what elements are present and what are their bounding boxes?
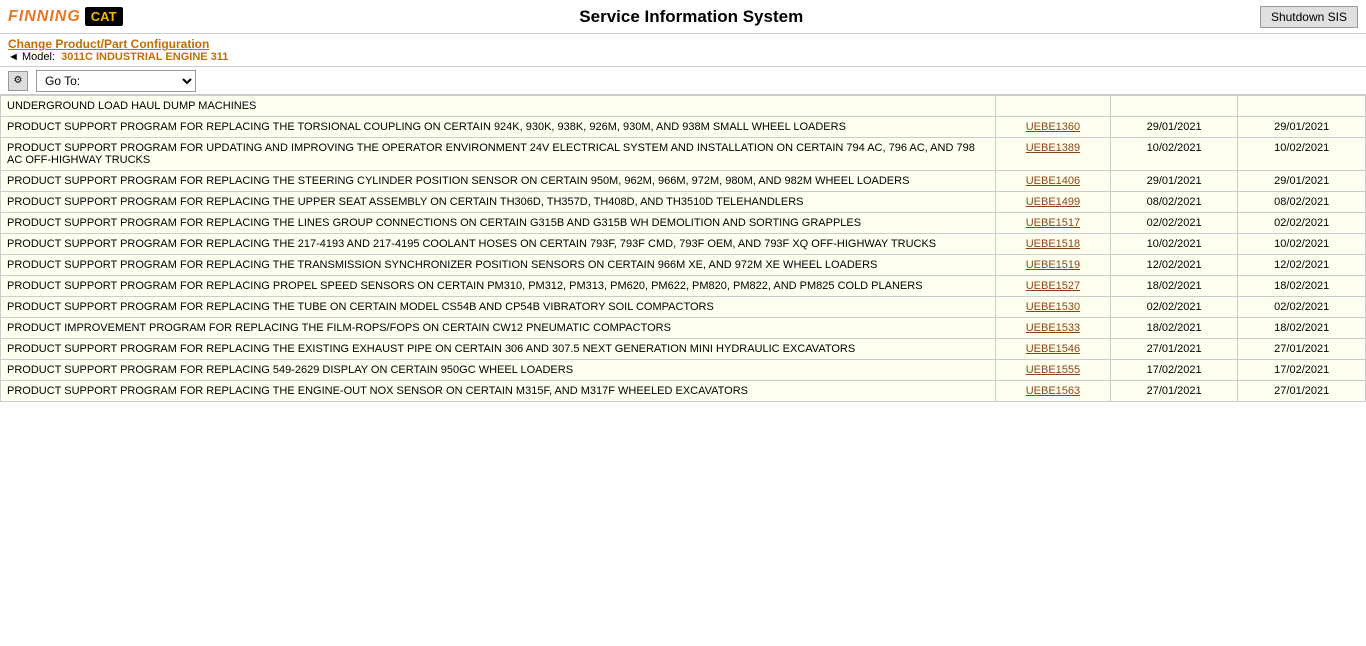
table-row: PRODUCT SUPPORT PROGRAM FOR REPLACING PR…	[1, 276, 1366, 297]
issue-date-cell: 18/02/2021	[1110, 276, 1238, 297]
description-cell: PRODUCT SUPPORT PROGRAM FOR UPDATING AND…	[1, 138, 996, 171]
logo-area: FINNING CAT	[8, 7, 123, 26]
document-link[interactable]: UEBE1563	[1026, 385, 1080, 397]
document-cell[interactable]: UEBE1555	[996, 360, 1111, 381]
document-cell[interactable]: UEBE1499	[996, 192, 1111, 213]
revision-date-cell: 12/02/2021	[1238, 255, 1366, 276]
header: FINNING CAT Service Information System S…	[0, 0, 1366, 34]
issue-date-cell: 02/02/2021	[1110, 297, 1238, 318]
issue-date-cell: 27/01/2021	[1110, 339, 1238, 360]
results-table: UNDERGROUND LOAD HAUL DUMP MACHINESPRODU…	[0, 95, 1366, 402]
change-product-link[interactable]: Change Product/Part Configuration	[8, 37, 209, 51]
document-link[interactable]: UEBE1555	[1026, 364, 1080, 376]
revision-date-cell	[1238, 96, 1366, 117]
revision-date-cell: 29/01/2021	[1238, 171, 1366, 192]
document-cell[interactable]: UEBE1527	[996, 276, 1111, 297]
subheader: Change Product/Part Configuration ◄ Mode…	[0, 34, 1366, 67]
cat-logo: CAT	[85, 7, 123, 26]
description-cell: PRODUCT SUPPORT PROGRAM FOR REPLACING PR…	[1, 276, 996, 297]
table-row: UNDERGROUND LOAD HAUL DUMP MACHINES	[1, 96, 1366, 117]
finning-logo: FINNING	[8, 8, 81, 26]
table-row: PRODUCT SUPPORT PROGRAM FOR UPDATING AND…	[1, 138, 1366, 171]
document-cell[interactable]: UEBE1563	[996, 381, 1111, 402]
table-row: PRODUCT SUPPORT PROGRAM FOR REPLACING TH…	[1, 213, 1366, 234]
description-cell: PRODUCT SUPPORT PROGRAM FOR REPLACING 54…	[1, 360, 996, 381]
document-link[interactable]: UEBE1518	[1026, 238, 1080, 250]
document-cell[interactable]: UEBE1517	[996, 213, 1111, 234]
document-link[interactable]: UEBE1499	[1026, 196, 1080, 208]
revision-date-cell: 27/01/2021	[1238, 381, 1366, 402]
description-cell: PRODUCT SUPPORT PROGRAM FOR REPLACING TH…	[1, 297, 996, 318]
table-row: PRODUCT IMPROVEMENT PROGRAM FOR REPLACIN…	[1, 318, 1366, 339]
revision-date-cell: 18/02/2021	[1238, 276, 1366, 297]
document-cell[interactable]: UEBE1360	[996, 117, 1111, 138]
navbar: ⚙ Go To: Select Section	[0, 67, 1366, 95]
description-cell: PRODUCT SUPPORT PROGRAM FOR REPLACING TH…	[1, 381, 996, 402]
revision-date-cell: 29/01/2021	[1238, 117, 1366, 138]
document-cell[interactable]: UEBE1389	[996, 138, 1111, 171]
issue-date-cell: 10/02/2021	[1110, 234, 1238, 255]
document-link[interactable]: UEBE1389	[1026, 142, 1080, 154]
document-link[interactable]: UEBE1517	[1026, 217, 1080, 229]
description-cell: UNDERGROUND LOAD HAUL DUMP MACHINES	[1, 96, 996, 117]
navigation-icon[interactable]: ⚙	[8, 71, 28, 91]
revision-date-cell: 18/02/2021	[1238, 318, 1366, 339]
document-cell[interactable]: UEBE1530	[996, 297, 1111, 318]
document-cell	[996, 96, 1111, 117]
table-row: PRODUCT SUPPORT PROGRAM FOR REPLACING TH…	[1, 192, 1366, 213]
table-row: PRODUCT SUPPORT PROGRAM FOR REPLACING TH…	[1, 255, 1366, 276]
issue-date-cell: 29/01/2021	[1110, 117, 1238, 138]
issue-date-cell	[1110, 96, 1238, 117]
issue-date-cell: 18/02/2021	[1110, 318, 1238, 339]
document-cell[interactable]: UEBE1546	[996, 339, 1111, 360]
revision-date-cell: 10/02/2021	[1238, 234, 1366, 255]
model-line: ◄ Model: 3011C INDUSTRIAL ENGINE 311	[8, 51, 1358, 63]
table-row: PRODUCT SUPPORT PROGRAM FOR REPLACING 54…	[1, 360, 1366, 381]
issue-date-cell: 27/01/2021	[1110, 381, 1238, 402]
document-cell[interactable]: UEBE1406	[996, 171, 1111, 192]
table-row: PRODUCT SUPPORT PROGRAM FOR REPLACING TH…	[1, 297, 1366, 318]
issue-date-cell: 17/02/2021	[1110, 360, 1238, 381]
issue-date-cell: 08/02/2021	[1110, 192, 1238, 213]
document-link[interactable]: UEBE1533	[1026, 322, 1080, 334]
document-link[interactable]: UEBE1527	[1026, 280, 1080, 292]
document-link[interactable]: UEBE1546	[1026, 343, 1080, 355]
table-row: PRODUCT SUPPORT PROGRAM FOR REPLACING TH…	[1, 171, 1366, 192]
document-link[interactable]: UEBE1519	[1026, 259, 1080, 271]
document-cell[interactable]: UEBE1533	[996, 318, 1111, 339]
revision-date-cell: 27/01/2021	[1238, 339, 1366, 360]
table-row: PRODUCT SUPPORT PROGRAM FOR REPLACING TH…	[1, 381, 1366, 402]
issue-date-cell: 29/01/2021	[1110, 171, 1238, 192]
revision-date-cell: 02/02/2021	[1238, 297, 1366, 318]
main-content[interactable]: UNDERGROUND LOAD HAUL DUMP MACHINESPRODU…	[0, 95, 1366, 641]
revision-date-cell: 17/02/2021	[1238, 360, 1366, 381]
description-cell: PRODUCT SUPPORT PROGRAM FOR REPLACING TH…	[1, 117, 996, 138]
model-value: 3011C INDUSTRIAL ENGINE 311	[61, 51, 228, 63]
description-cell: PRODUCT SUPPORT PROGRAM FOR REPLACING TH…	[1, 339, 996, 360]
issue-date-cell: 02/02/2021	[1110, 213, 1238, 234]
document-cell[interactable]: UEBE1518	[996, 234, 1111, 255]
revision-date-cell: 08/02/2021	[1238, 192, 1366, 213]
shutdown-button[interactable]: Shutdown SIS	[1260, 6, 1358, 28]
table-row: PRODUCT SUPPORT PROGRAM FOR REPLACING TH…	[1, 339, 1366, 360]
document-link[interactable]: UEBE1406	[1026, 175, 1080, 187]
table-row: PRODUCT SUPPORT PROGRAM FOR REPLACING TH…	[1, 234, 1366, 255]
description-cell: PRODUCT SUPPORT PROGRAM FOR REPLACING TH…	[1, 192, 996, 213]
issue-date-cell: 12/02/2021	[1110, 255, 1238, 276]
document-cell[interactable]: UEBE1519	[996, 255, 1111, 276]
description-cell: PRODUCT SUPPORT PROGRAM FOR REPLACING TH…	[1, 234, 996, 255]
document-link[interactable]: UEBE1360	[1026, 121, 1080, 133]
goto-select[interactable]: Go To: Select Section	[36, 70, 196, 92]
description-cell: PRODUCT SUPPORT PROGRAM FOR REPLACING TH…	[1, 255, 996, 276]
model-prefix: ◄ Model:	[8, 51, 55, 63]
description-cell: PRODUCT IMPROVEMENT PROGRAM FOR REPLACIN…	[1, 318, 996, 339]
revision-date-cell: 02/02/2021	[1238, 213, 1366, 234]
description-cell: PRODUCT SUPPORT PROGRAM FOR REPLACING TH…	[1, 213, 996, 234]
table-row: PRODUCT SUPPORT PROGRAM FOR REPLACING TH…	[1, 117, 1366, 138]
issue-date-cell: 10/02/2021	[1110, 138, 1238, 171]
system-title: Service Information System	[123, 7, 1260, 27]
revision-date-cell: 10/02/2021	[1238, 138, 1366, 171]
description-cell: PRODUCT SUPPORT PROGRAM FOR REPLACING TH…	[1, 171, 996, 192]
document-link[interactable]: UEBE1530	[1026, 301, 1080, 313]
